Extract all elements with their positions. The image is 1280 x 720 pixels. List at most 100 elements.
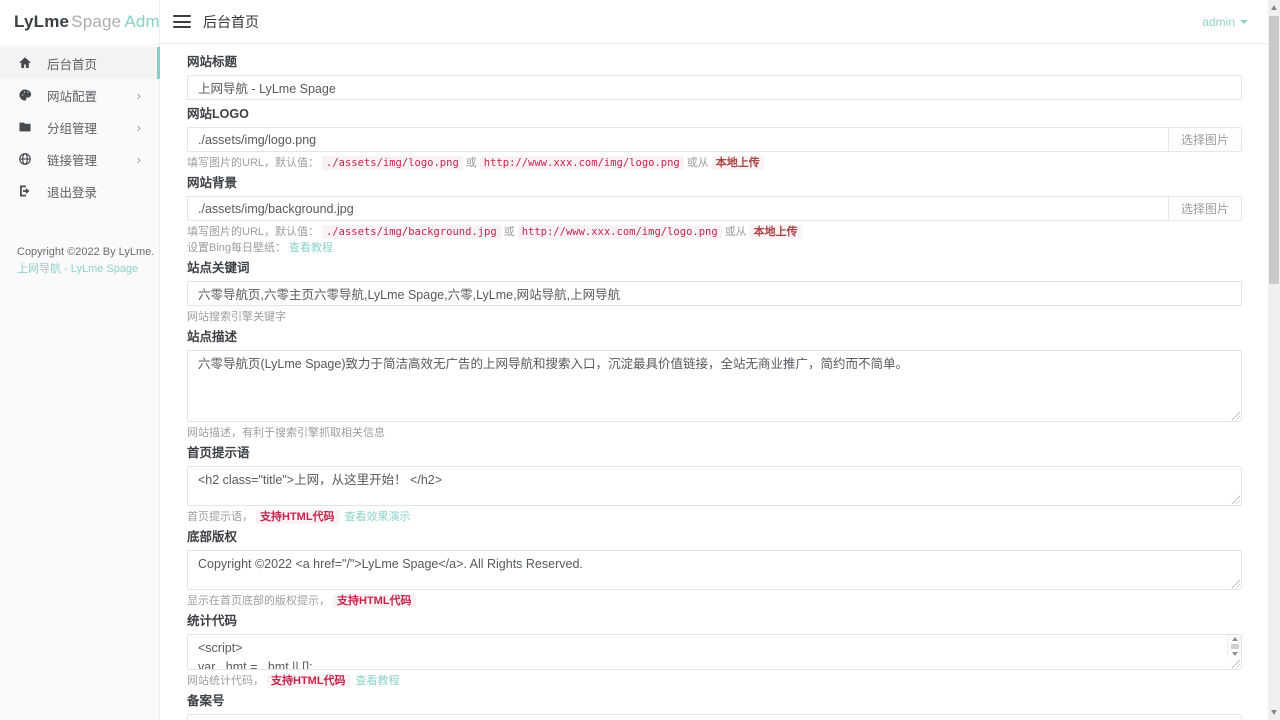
help-text: 或 xyxy=(465,157,477,169)
icp-input[interactable] xyxy=(187,714,1242,720)
default-bg-path-code: ./assets/img/background.jpg xyxy=(322,225,501,239)
sidebar: LyLme Spage Admin 后台首页 网站配置 › 分组管理 › 链接管… xyxy=(0,0,173,720)
chevron-right-icon: › xyxy=(136,151,141,167)
example-url-code: http://www.xxx.com/img/logo.png xyxy=(479,156,684,170)
scrollbar-thumb[interactable] xyxy=(1230,644,1239,649)
select-image-button[interactable]: 选择图片 xyxy=(1168,127,1242,152)
brand-lylme: LyLme xyxy=(14,12,70,31)
form-group-description: 站点描述 网站描述，有利于搜索引擎抓取相关信息 xyxy=(187,331,1242,439)
scroll-up-icon[interactable] xyxy=(1231,637,1238,641)
site-background-help: 填写图片的URL，默认值： ./assets/img/background.jpg… xyxy=(187,225,1242,254)
sidebar-item-label: 后台首页 xyxy=(47,57,98,72)
username: admin xyxy=(1202,14,1235,29)
keywords-input[interactable] xyxy=(187,281,1242,306)
stats-code-help: 网站统计代码， 支持HTML代码 查看教程 xyxy=(187,674,1242,688)
help-text: 首页提示语， xyxy=(187,511,253,523)
footer-copyright-help: 显示在首页底部的版权提示， 支持HTML代码 xyxy=(187,594,1242,608)
form-group-keywords: 站点关键词 网站搜索引擎关键字 xyxy=(187,262,1242,323)
copyright-text: Copyright ©2022 By LyLme. xyxy=(17,246,155,258)
form-group-icp: 备案号 xyxy=(187,695,1242,720)
local-upload-link[interactable]: 本地上传 xyxy=(711,156,764,170)
site-title-label: 网站标题 xyxy=(187,55,238,69)
form-group-footer-copyright: 底部版权 显示在首页底部的版权提示，支持HTML代码 xyxy=(187,530,1242,608)
html-supported-code: 支持HTML代码 xyxy=(267,674,350,688)
user-dropdown[interactable]: admin xyxy=(1202,15,1248,29)
footer-copyright-label: 底部版权 xyxy=(187,530,238,544)
scroll-down-icon[interactable] xyxy=(1231,652,1238,656)
scroll-up-icon[interactable] xyxy=(1270,5,1277,10)
html-supported-code: 支持HTML代码 xyxy=(333,594,416,608)
scroll-down-icon[interactable] xyxy=(1270,710,1277,715)
site-background-input[interactable] xyxy=(187,196,1169,221)
help-text: 网站统计代码， xyxy=(187,675,264,687)
topbar: 后台首页 admin xyxy=(161,0,1268,44)
icp-label: 备案号 xyxy=(187,694,225,708)
sidebar-item-dashboard[interactable]: 后台首页 xyxy=(0,47,160,79)
form-group-site-title: 网站标题 xyxy=(187,56,1242,100)
folder-icon xyxy=(19,122,31,132)
sidebar-item-label: 退出登录 xyxy=(47,185,98,200)
sidebar-item-group-manage[interactable]: 分组管理 › xyxy=(0,111,159,143)
site-logo-help: 填写图片的URL，默认值： ./assets/img/logo.png 或 http:… xyxy=(187,156,1242,170)
select-image-button[interactable]: 选择图片 xyxy=(1168,196,1242,221)
help-text: 或 xyxy=(503,226,515,238)
site-logo-input[interactable] xyxy=(187,127,1169,152)
globe-icon xyxy=(19,153,31,165)
stats-code-textarea[interactable] xyxy=(187,634,1242,670)
description-help: 网站描述，有利于搜索引擎抓取相关信息 xyxy=(187,427,385,439)
form-group-home-tip: 首页提示语 首页提示语，支持HTML代码查看效果演示 xyxy=(187,446,1242,524)
bing-tutorial-link[interactable]: 查看教程 xyxy=(289,242,333,254)
sidebar-item-label: 网站配置 xyxy=(47,89,98,104)
effect-demo-link[interactable]: 查看效果演示 xyxy=(345,511,411,523)
textarea-scrollbar[interactable] xyxy=(1227,635,1241,657)
sidebar-footer: Copyright ©2022 By LyLme. 上网导航 - LyLme S… xyxy=(0,244,159,277)
form-group-site-logo: 网站LOGO 选择图片 填写图片的URL，默认值：./assets/img/lo… xyxy=(187,107,1242,170)
chevron-right-icon: › xyxy=(136,119,141,135)
home-tip-label: 首页提示语 xyxy=(187,446,250,460)
site-home-link[interactable]: 上网导航 - LyLme Spage xyxy=(17,261,138,277)
site-logo-label: 网站LOGO xyxy=(187,107,249,121)
logout-icon xyxy=(20,185,30,197)
help-text: 设置Bing每日壁纸： xyxy=(187,242,287,254)
description-label: 站点描述 xyxy=(187,330,238,344)
settings-form: 网站标题 网站LOGO 选择图片 填写图片的URL，默认值：./assets/i… xyxy=(161,44,1268,720)
chevron-right-icon: › xyxy=(136,87,141,103)
sidebar-item-logout[interactable]: 退出登录 xyxy=(0,175,159,207)
help-text: 显示在首页底部的版权提示， xyxy=(187,595,330,607)
keywords-label: 站点关键词 xyxy=(187,261,250,275)
scrollbar-thumb[interactable] xyxy=(1269,16,1279,284)
caret-down-icon xyxy=(1240,19,1248,24)
stats-tutorial-link[interactable]: 查看教程 xyxy=(356,675,400,687)
description-textarea[interactable] xyxy=(187,350,1242,422)
sidebar-item-label: 分组管理 xyxy=(47,121,98,136)
brand-logo: LyLme Spage Admin xyxy=(0,0,173,44)
sidebar-item-link-manage[interactable]: 链接管理 › xyxy=(0,143,159,175)
help-text: 或从 xyxy=(686,157,709,169)
local-upload-link[interactable]: 本地上传 xyxy=(749,225,802,239)
keywords-help: 网站搜索引擎关键字 xyxy=(187,311,286,323)
main-area: 后台首页 admin 网站标题 网站LOGO 选择图片 填写图 xyxy=(161,0,1268,720)
form-group-stats-code: 统计代码 网站统计代码，支持HTML代码查看教程 xyxy=(187,614,1242,688)
form-group-site-background: 网站背景 选择图片 填写图片的URL，默认值：./assets/img/back… xyxy=(187,177,1242,254)
page-title: 后台首页 xyxy=(203,13,259,30)
menu-toggle-icon[interactable] xyxy=(173,15,191,28)
app-window: LyLme Spage Admin 后台首页 网站配置 › 分组管理 › 链接管… xyxy=(0,0,1280,720)
help-text: 填写图片的URL，默认值： xyxy=(187,226,320,238)
footer-copyright-textarea[interactable] xyxy=(187,550,1242,590)
home-tip-help: 首页提示语， 支持HTML代码 查看效果演示 xyxy=(187,510,1242,524)
help-text: 或从 xyxy=(724,226,747,238)
page-scrollbar[interactable] xyxy=(1268,0,1280,720)
site-title-input[interactable] xyxy=(187,75,1242,100)
brand-spage: Spage xyxy=(71,12,122,31)
site-background-label: 网站背景 xyxy=(187,176,238,190)
home-tip-textarea[interactable] xyxy=(187,466,1242,506)
sidebar-nav: 后台首页 网站配置 › 分组管理 › 链接管理 › 退出登录 xyxy=(0,47,160,207)
palette-icon xyxy=(19,89,32,101)
stats-code-label: 统计代码 xyxy=(187,614,238,628)
help-text: 填写图片的URL，默认值： xyxy=(187,157,320,169)
home-icon xyxy=(18,57,32,68)
html-supported-code: 支持HTML代码 xyxy=(256,510,339,524)
sidebar-item-label: 链接管理 xyxy=(47,153,98,168)
sidebar-item-site-config[interactable]: 网站配置 › xyxy=(0,79,159,111)
example-url-code: http://www.xxx.com/img/logo.png xyxy=(517,225,722,239)
